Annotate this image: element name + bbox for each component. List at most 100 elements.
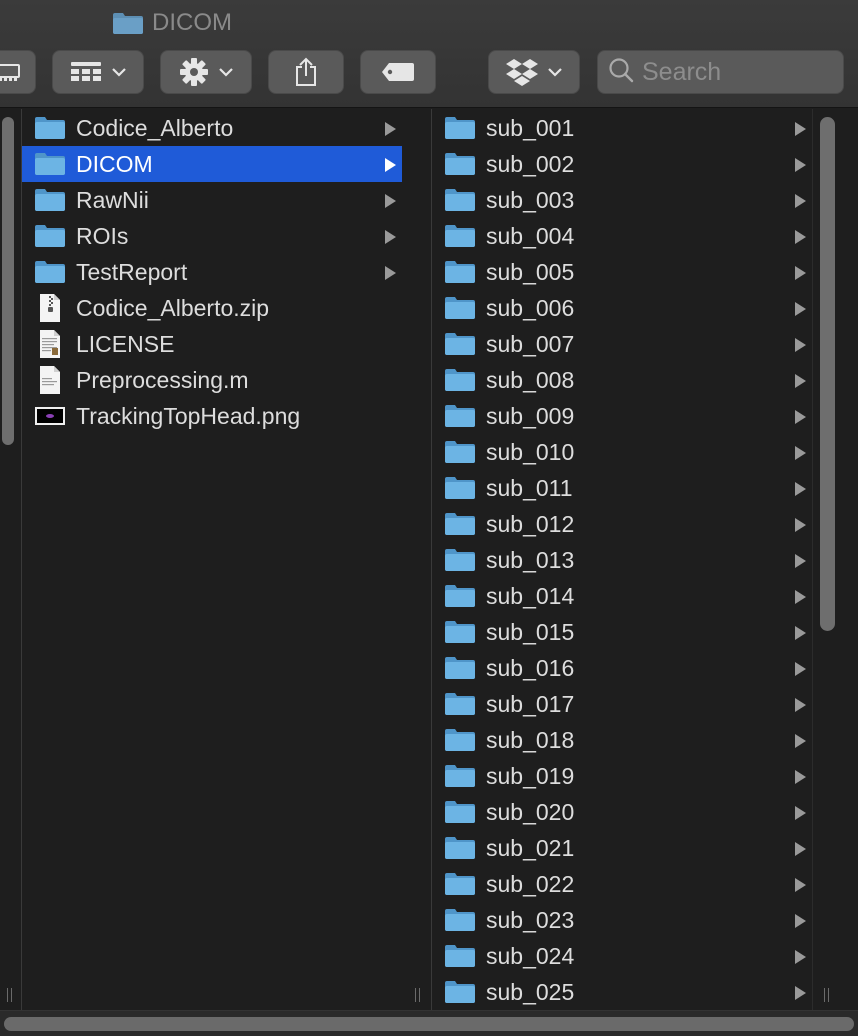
list-item-sub-014[interactable]: sub_014 [432, 578, 812, 614]
scrollbar-thumb[interactable] [2, 117, 14, 445]
list-item-sub-002[interactable]: sub_002 [432, 146, 812, 182]
list-item-codice-alberto[interactable]: Codice_Alberto [22, 110, 402, 146]
window-title: DICOM [112, 8, 232, 38]
list-item-label: sub_007 [486, 330, 575, 357]
list-item-sub-025[interactable]: sub_025 [432, 974, 812, 1010]
disclosure-arrow-icon [795, 194, 806, 208]
folder-icon [34, 223, 66, 249]
list-item-sub-019[interactable]: sub_019 [432, 758, 812, 794]
list-item-dicom[interactable]: DICOM [22, 146, 402, 182]
view-button[interactable] [0, 50, 36, 94]
tags-button[interactable] [360, 50, 436, 94]
folder-icon [444, 727, 476, 753]
list-item-label: sub_024 [486, 942, 575, 969]
list-item-label: sub_018 [486, 726, 575, 753]
list-item-sub-011[interactable]: sub_011 [432, 470, 812, 506]
folder-icon [444, 799, 476, 825]
grid-icon [70, 61, 102, 83]
share-button[interactable] [268, 50, 344, 94]
disclosure-arrow-icon [385, 266, 396, 280]
disclosure-arrow-icon [795, 590, 806, 604]
column-resize-handle[interactable] [412, 988, 422, 1002]
list-item-sub-016[interactable]: sub_016 [432, 650, 812, 686]
list-item-label: sub_010 [486, 438, 575, 465]
list-item-sub-006[interactable]: sub_006 [432, 290, 812, 326]
disclosure-arrow-icon [795, 734, 806, 748]
list-item-sub-009[interactable]: sub_009 [432, 398, 812, 434]
disclosure-arrow-icon [795, 626, 806, 640]
group-by-button[interactable] [52, 50, 144, 94]
list-item-label: sub_022 [486, 870, 575, 897]
list-item-label: sub_001 [486, 114, 575, 141]
document-icon [34, 366, 66, 394]
column-resize-handle[interactable] [821, 988, 831, 1002]
list-view-icon [0, 62, 21, 82]
list-item-codice-alberto-zip[interactable]: Codice_Alberto.zip [22, 290, 402, 326]
folder-icon [444, 367, 476, 393]
list-item-label: sub_015 [486, 618, 575, 645]
disclosure-arrow-icon [385, 230, 396, 244]
list-item-sub-008[interactable]: sub_008 [432, 362, 812, 398]
column-resize-handle[interactable] [4, 988, 14, 1002]
list-item-sub-012[interactable]: sub_012 [432, 506, 812, 542]
list-item-label: sub_013 [486, 546, 575, 573]
list-item-rawnii[interactable]: RawNii [22, 182, 402, 218]
list-item-trackingtophead-png[interactable]: TrackingTopHead.png [22, 398, 402, 434]
search-field[interactable] [597, 50, 844, 94]
folder-icon [444, 691, 476, 717]
list-item-sub-022[interactable]: sub_022 [432, 866, 812, 902]
disclosure-arrow-icon [795, 914, 806, 928]
scrollbar-thumb[interactable] [820, 117, 835, 631]
horizontal-scrollbar[interactable] [0, 1010, 858, 1036]
disclosure-arrow-icon [385, 194, 396, 208]
list-item-sub-007[interactable]: sub_007 [432, 326, 812, 362]
folder-icon [34, 151, 66, 177]
list-item-sub-001[interactable]: sub_001 [432, 110, 812, 146]
list-item-sub-024[interactable]: sub_024 [432, 938, 812, 974]
zip-file-icon [34, 294, 66, 322]
folder-icon [444, 547, 476, 573]
disclosure-arrow-icon [385, 122, 396, 136]
list-item-label: sub_011 [486, 474, 573, 501]
folder-icon [34, 259, 66, 285]
scrollbar-thumb[interactable] [4, 1017, 854, 1031]
list-item-testreport[interactable]: TestReport [22, 254, 402, 290]
list-item-sub-020[interactable]: sub_020 [432, 794, 812, 830]
list-item-label: sub_021 [486, 834, 575, 861]
disclosure-arrow-icon [795, 554, 806, 568]
list-item-sub-003[interactable]: sub_003 [432, 182, 812, 218]
column-parent-list: Codice_Alberto DICOM RawNii ROIs TestReport C… [22, 110, 402, 434]
list-item-sub-023[interactable]: sub_023 [432, 902, 812, 938]
list-item-sub-005[interactable]: sub_005 [432, 254, 812, 290]
folder-icon [444, 655, 476, 681]
dropbox-icon [506, 58, 538, 86]
folder-icon [444, 619, 476, 645]
list-item-sub-021[interactable]: sub_021 [432, 830, 812, 866]
disclosure-arrow-icon [795, 806, 806, 820]
dropbox-button[interactable] [488, 50, 580, 94]
folder-icon [444, 151, 476, 177]
image-file-icon [34, 403, 66, 429]
folder-icon [444, 295, 476, 321]
list-item-sub-018[interactable]: sub_018 [432, 722, 812, 758]
disclosure-arrow-icon [795, 698, 806, 712]
disclosure-arrow-icon [795, 842, 806, 856]
list-item-preprocessing-m[interactable]: Preprocessing.m [22, 362, 402, 398]
list-item-sub-004[interactable]: sub_004 [432, 218, 812, 254]
search-input[interactable] [642, 57, 832, 87]
list-item-label: Codice_Alberto [76, 114, 234, 141]
list-item-rois[interactable]: ROIs [22, 218, 402, 254]
list-item-label: TrackingTopHead.png [76, 402, 301, 429]
folder-icon [112, 11, 144, 35]
column-divider [812, 109, 813, 1036]
action-button[interactable] [160, 50, 252, 94]
list-item-label: sub_012 [486, 510, 575, 537]
list-item-sub-010[interactable]: sub_010 [432, 434, 812, 470]
list-item-sub-015[interactable]: sub_015 [432, 614, 812, 650]
list-item-license[interactable]: LICENSE [22, 326, 402, 362]
folder-icon [444, 259, 476, 285]
list-item-sub-017[interactable]: sub_017 [432, 686, 812, 722]
folder-icon [444, 979, 476, 1005]
list-item-sub-013[interactable]: sub_013 [432, 542, 812, 578]
list-item-label: sub_020 [486, 798, 575, 825]
